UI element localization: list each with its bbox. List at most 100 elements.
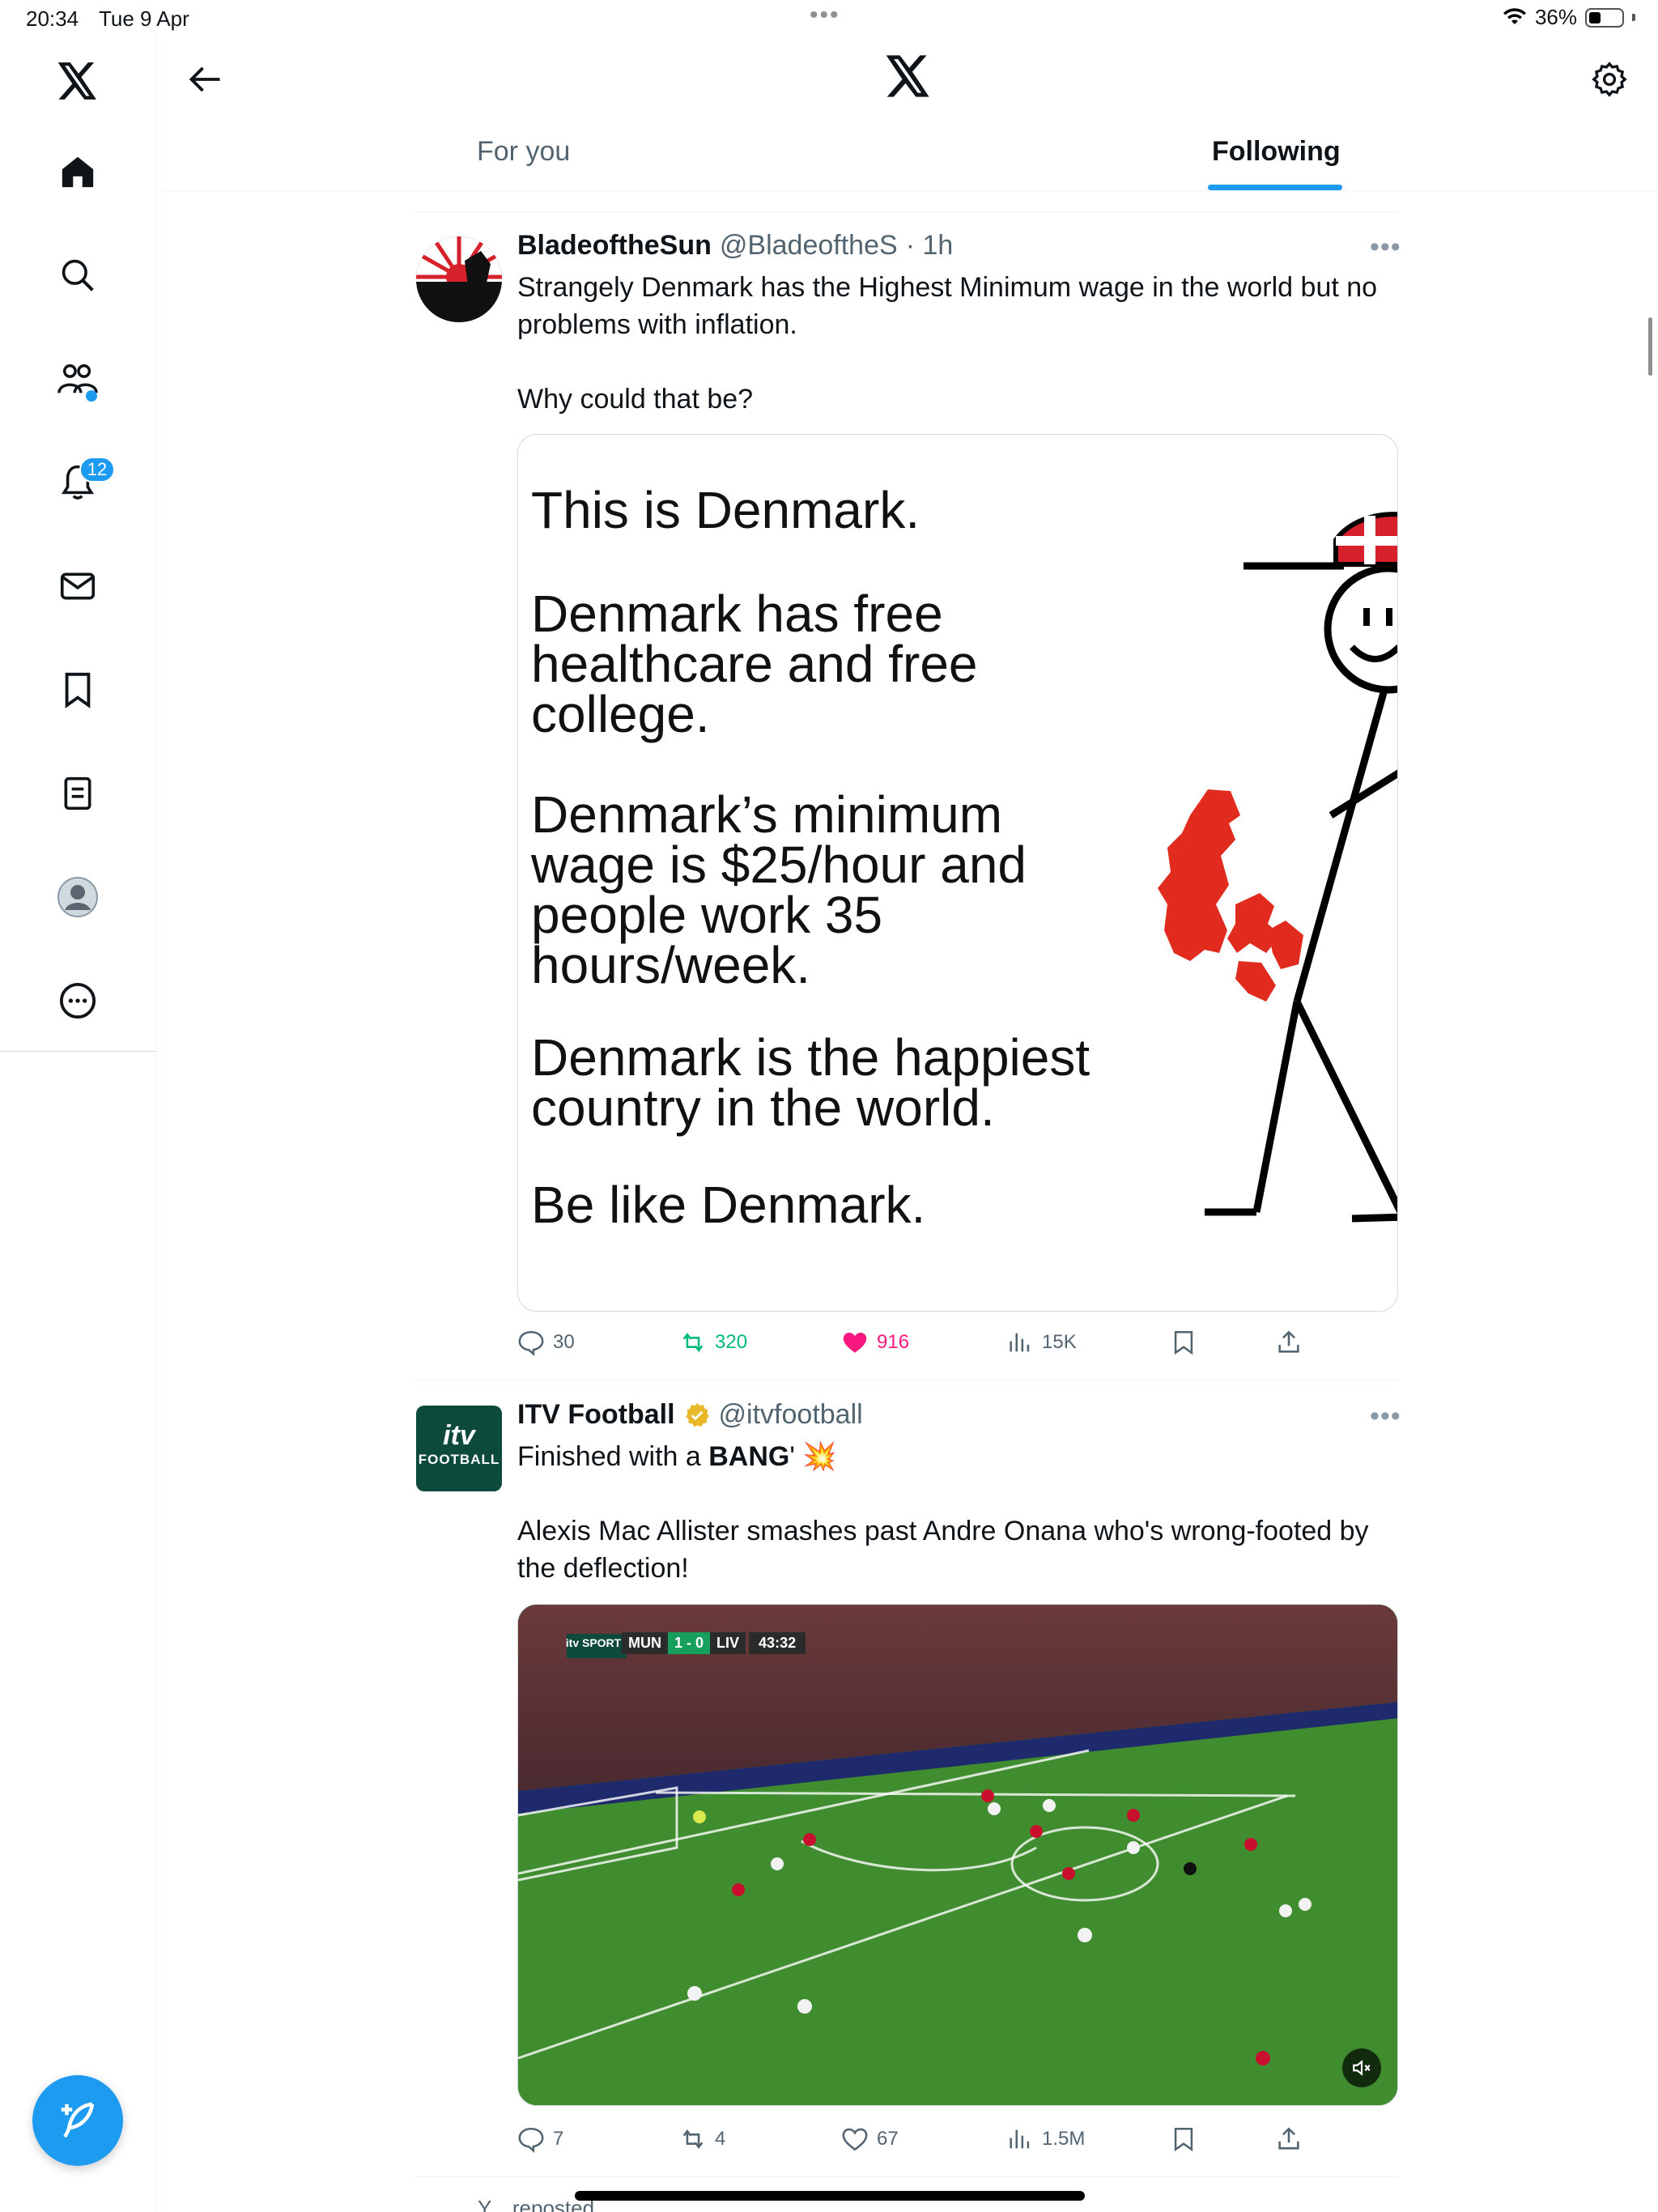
post-text-line: Finished with a BANG' 💥 (517, 1441, 837, 1472)
post-text-line: the deflection! (517, 1553, 689, 1584)
meme-text-line: Be like Denmark. (531, 1176, 926, 1234)
bookmark-icon (1174, 1330, 1193, 1355)
bookmark-icon (1174, 2127, 1193, 2152)
back-button[interactable] (181, 55, 230, 104)
views-button[interactable]: 15K (1006, 1329, 1077, 1356)
post-time[interactable]: · 1h (906, 230, 954, 262)
analytics-icon (1010, 1333, 1030, 1352)
meme-text-line: Denmark’s minimum wage is $25/hour and p… (531, 785, 1027, 994)
battery-icon (1585, 7, 1624, 28)
tab-following[interactable]: Following (1212, 136, 1341, 168)
repost-button[interactable]: 4 (679, 2125, 725, 2153)
feed-divider (414, 2176, 1398, 2177)
status-date: Tue 9 Apr (99, 6, 189, 31)
author-handle[interactable]: @itvfootball (719, 1399, 863, 1431)
reply-count: 30 (553, 1331, 575, 1353)
reply-icon (518, 1330, 544, 1356)
match-clock: 43:32 (749, 1631, 806, 1654)
author-name[interactable]: BladeoftheSun (517, 230, 712, 262)
avatar[interactable] (416, 236, 502, 322)
reply-button[interactable]: 30 (517, 1329, 575, 1356)
view-count: 1.5M (1042, 2128, 1086, 2150)
heart-icon (842, 2128, 868, 2151)
meme-text-line: This is Denmark. (531, 481, 920, 539)
post-video[interactable]: itv SPORT MUN 1 - 0 LIV 43:32 (517, 1604, 1398, 2106)
heart-filled-icon (843, 1332, 867, 1353)
views-button[interactable]: 1.5M (1006, 2125, 1085, 2153)
post-text: Strangely Denmark has the Highest Minimu… (517, 269, 1384, 418)
score-bug: itv SPORT MUN 1 - 0 LIV 43:32 (565, 1631, 806, 1655)
mail-icon[interactable] (53, 562, 102, 610)
post-more-button[interactable]: ••• (1370, 232, 1401, 263)
repost-count: 320 (715, 1331, 748, 1353)
tab-selected-indicator (1208, 185, 1342, 190)
communities-unread-dot (86, 390, 97, 402)
home-icon[interactable] (53, 147, 102, 196)
sidebar-divider (0, 1051, 156, 1052)
score: 1 - 0 (668, 1631, 711, 1654)
gear-icon (1592, 62, 1627, 97)
repost-icon (682, 1332, 704, 1353)
home-indicator[interactable] (575, 2191, 1085, 2201)
post-actions: 30 320 916 15K (517, 1329, 1327, 1361)
search-icon[interactable] (53, 251, 102, 300)
status-time: 20:34 (26, 6, 79, 31)
compose-post-button[interactable] (32, 2075, 123, 2166)
post-text-line: problems with inflation. (517, 309, 797, 340)
share-button[interactable] (1275, 2125, 1303, 2153)
reply-icon (518, 2127, 544, 2153)
bookmark-post-button[interactable] (1170, 2125, 1197, 2153)
post-more-button[interactable]: ••• (1370, 1401, 1401, 1432)
notifications-badge: 12 (79, 457, 115, 483)
mute-button[interactable] (1342, 2048, 1381, 2087)
speaker-muted-icon (1353, 2060, 1371, 2076)
football-match-frame (518, 1605, 1397, 2105)
share-icon (1278, 2127, 1299, 2150)
share-button[interactable] (1275, 1329, 1303, 1356)
away-team: LIV (710, 1631, 746, 1654)
back-arrow-icon (189, 66, 220, 92)
more-options-icon[interactable] (53, 976, 102, 1025)
x-header-logo-icon[interactable] (886, 55, 934, 104)
feed-divider (414, 212, 1398, 213)
analytics-icon (1010, 2129, 1030, 2149)
like-button[interactable]: 67 (841, 2125, 899, 2153)
status-bar: 20:34 Tue 9 Apr ••• 36% (0, 0, 1658, 36)
bookmark-icon[interactable] (53, 666, 102, 714)
x-logo-icon[interactable] (53, 57, 102, 105)
bookmark-post-button[interactable] (1170, 1329, 1197, 1356)
scrollbar-thumb[interactable] (1648, 317, 1652, 376)
home-team: MUN (622, 1631, 668, 1654)
meme-text-line: Denmark has free healthcare and free col… (531, 585, 978, 743)
broadcaster-logo: itv SPORT (565, 1636, 622, 1649)
author-handle[interactable]: @BladeoftheS (720, 230, 898, 262)
post-text-line: Strangely Denmark has the Highest Minimu… (517, 272, 1378, 303)
tab-for-you[interactable]: For you (477, 136, 570, 168)
battery-percent: 36% (1534, 5, 1577, 29)
repost-count: 4 (715, 2128, 726, 2150)
like-button[interactable]: 916 (841, 1329, 909, 1356)
view-count: 15K (1042, 1331, 1077, 1353)
compose-feather-icon (61, 2102, 95, 2138)
verified-badge-icon (685, 1402, 709, 1427)
settings-button[interactable] (1585, 55, 1634, 104)
multitasking-dots[interactable]: ••• (810, 2, 840, 29)
wifi-icon (1503, 7, 1526, 24)
stick-figure-illustration (1158, 512, 1397, 1223)
timeline-header: For you Following (157, 36, 1658, 191)
profile-avatar-icon[interactable] (53, 873, 102, 921)
avatar[interactable]: itv FOOTBALL (416, 1406, 502, 1491)
like-count: 916 (877, 1331, 910, 1353)
lists-icon[interactable] (53, 769, 102, 818)
meme-text-line: Denmark is the happiest country in the w… (531, 1028, 1090, 1137)
repost-button[interactable]: 320 (679, 1329, 747, 1356)
post-text: Finished with a BANG' 💥 Alexis Mac Allis… (517, 1438, 1384, 1587)
sidebar: 12 (0, 36, 156, 2212)
share-icon (1278, 1330, 1299, 1353)
repost-icon (682, 2129, 704, 2150)
author-name[interactable]: ITV Football (517, 1399, 675, 1431)
reply-button[interactable]: 7 (517, 2125, 563, 2153)
post-actions: 7 4 67 1.5M (517, 2125, 1327, 2158)
post-text-line: Why could that be? (517, 384, 754, 415)
post-image-denmark[interactable]: This is Denmark. Denmark has free health… (517, 434, 1398, 1312)
